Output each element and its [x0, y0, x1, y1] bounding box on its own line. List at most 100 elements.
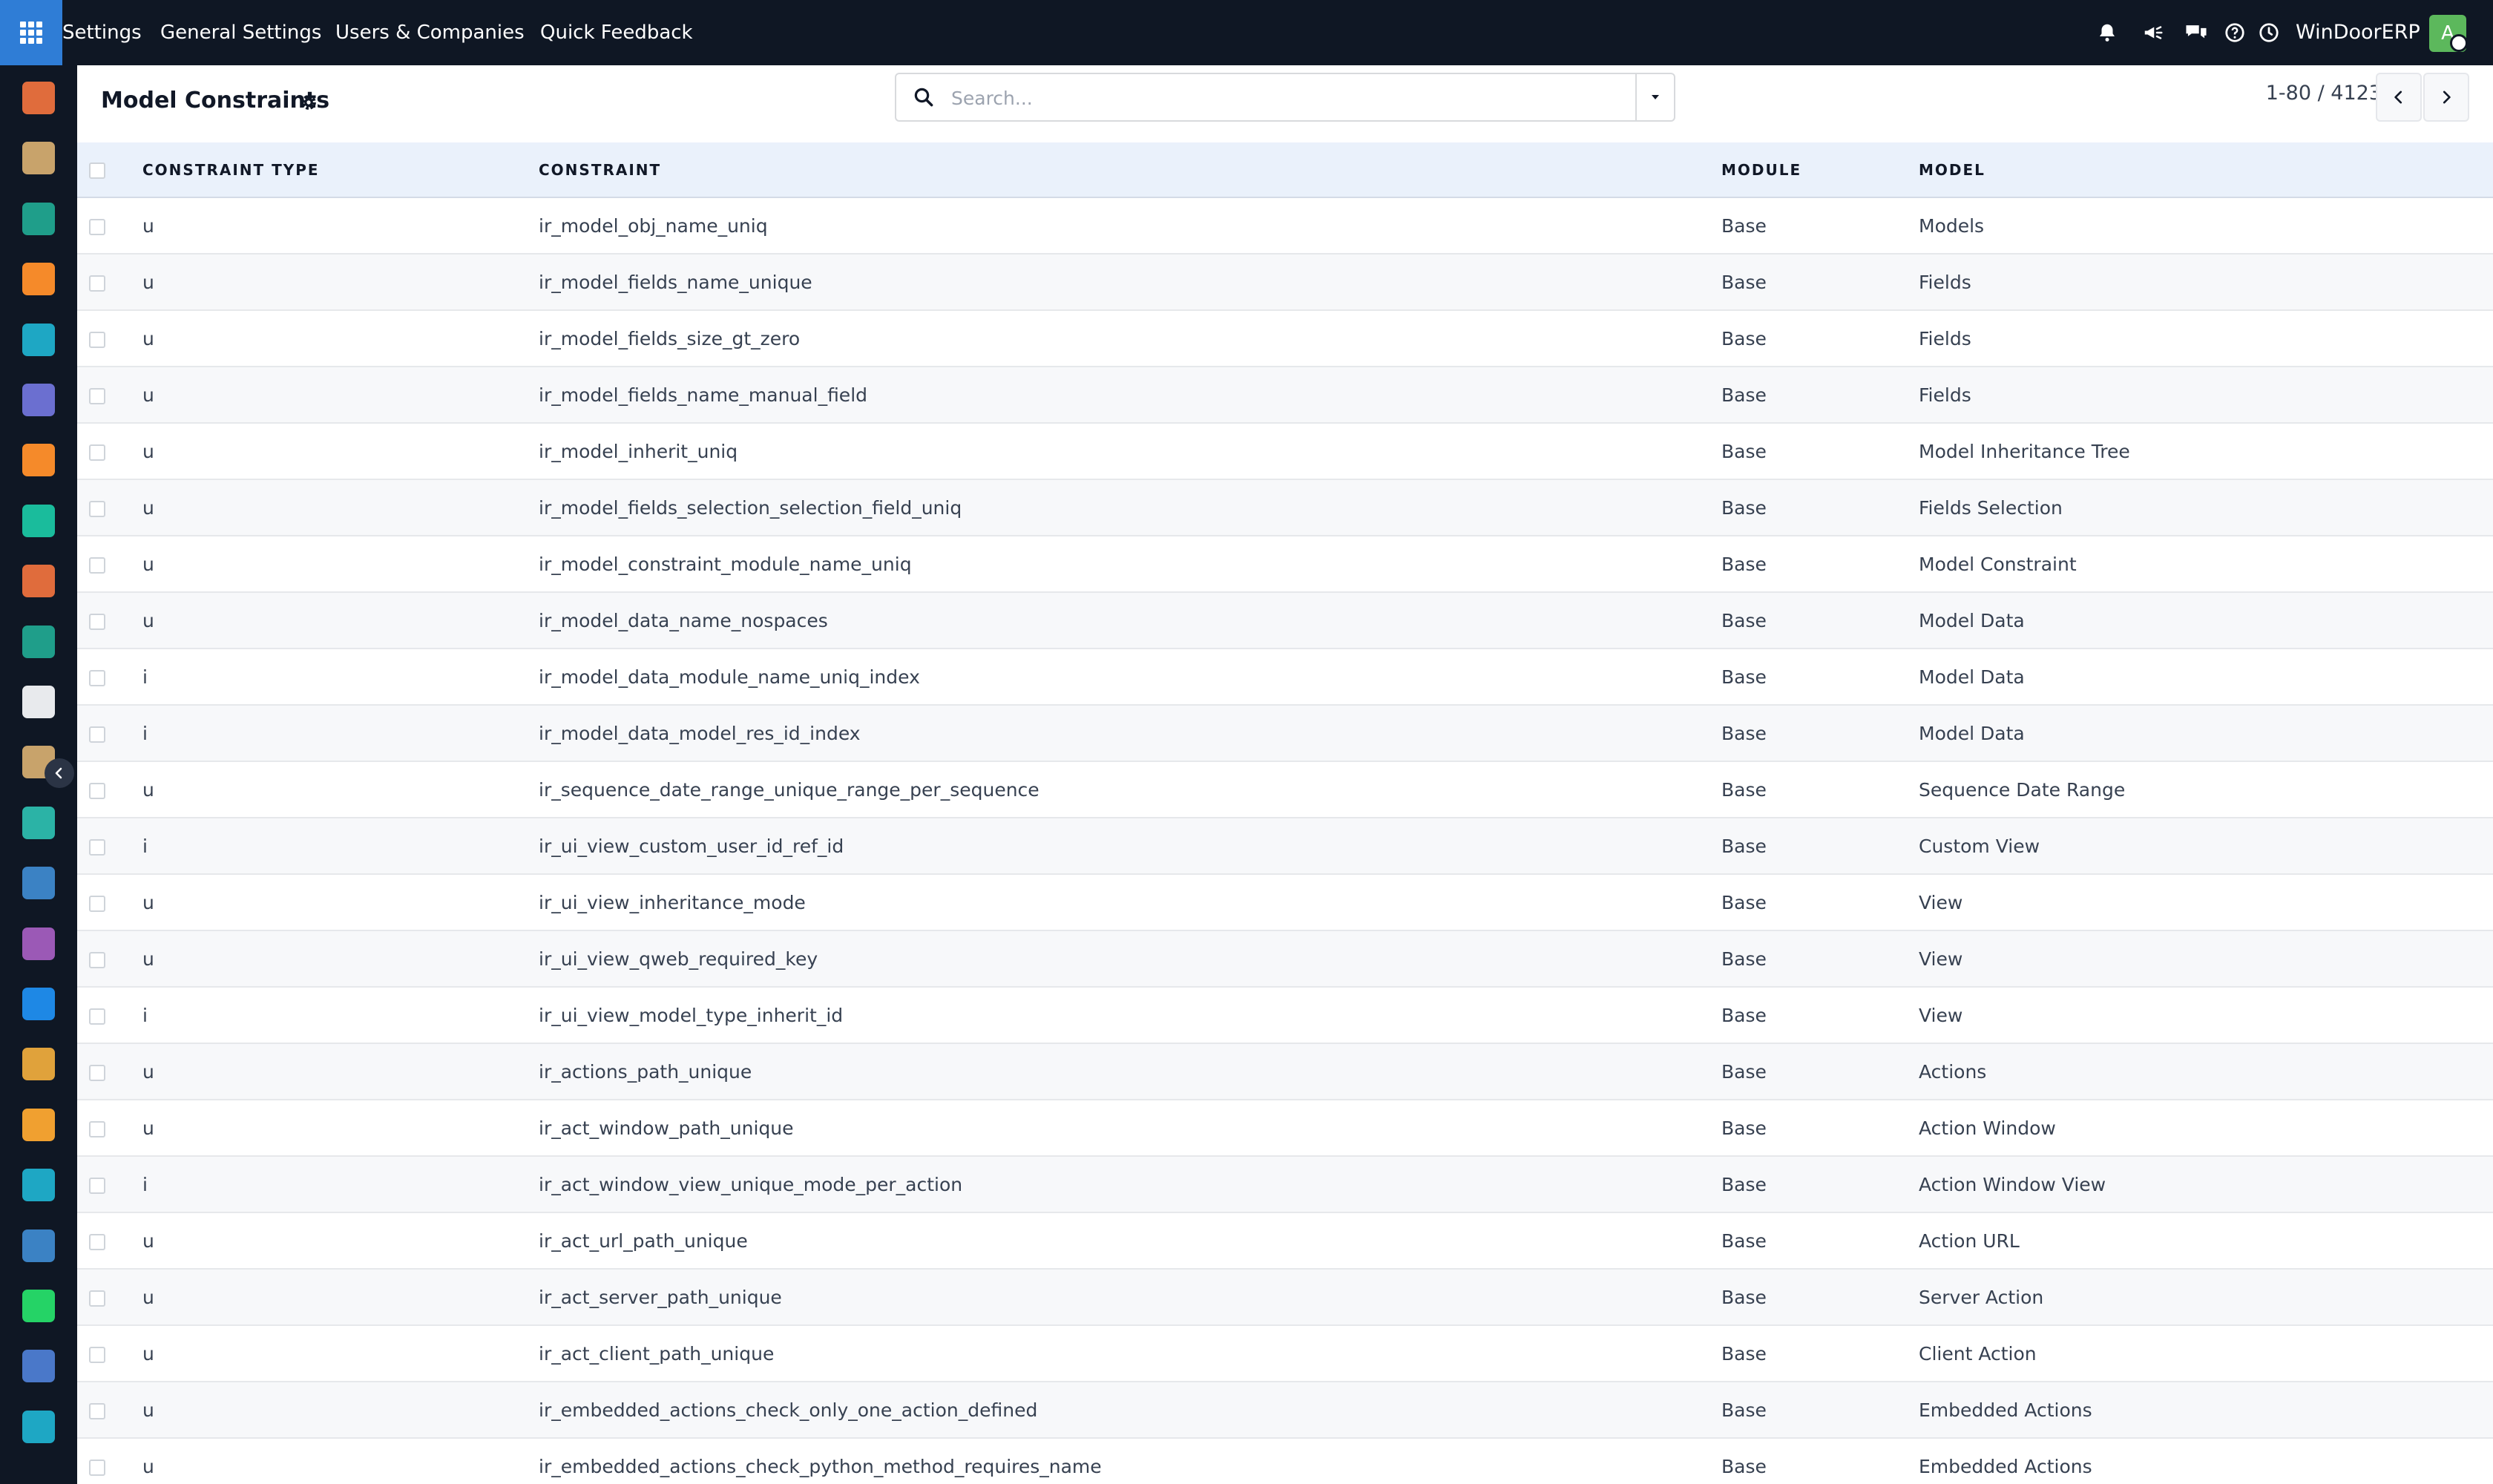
row-select-cell: [77, 423, 142, 480]
row-checkbox[interactable]: [89, 387, 105, 404]
column-header-module[interactable]: MODULE: [1721, 142, 1919, 198]
whatsapp-app-icon[interactable]: [22, 1290, 55, 1322]
megaphone-icon[interactable]: [2140, 19, 2167, 46]
row-checkbox[interactable]: [89, 782, 105, 799]
cell-constraint-type: u: [142, 423, 539, 480]
row-checkbox[interactable]: [89, 838, 105, 856]
table-row[interactable]: i ir_model_data_module_name_uniq_index Bas…: [77, 649, 2493, 706]
column-header-constraint-type[interactable]: CONSTRAINT TYPE: [142, 142, 539, 198]
menu-users-companies[interactable]: Users & Companies: [335, 0, 525, 65]
help-icon[interactable]: [2221, 19, 2248, 46]
cell-module: Base: [1721, 197, 1919, 255]
chat-icon[interactable]: [2183, 19, 2210, 46]
row-checkbox[interactable]: [89, 951, 105, 968]
contacts-app-icon[interactable]: [22, 202, 55, 235]
palette-app-icon[interactable]: [22, 142, 55, 175]
menu-quick-feedback[interactable]: Quick Feedback: [540, 0, 693, 65]
pager-value[interactable]: 1-80 / 4123: [2241, 82, 2382, 105]
row-checkbox[interactable]: [89, 1290, 105, 1307]
table-row[interactable]: u ir_act_client_path_unique Base Client Act…: [77, 1325, 2493, 1382]
invoice-app-icon[interactable]: [22, 988, 55, 1020]
cube-app-icon[interactable]: [22, 927, 55, 960]
contacts-app-icon[interactable]: [22, 625, 55, 658]
table-row[interactable]: u ir_model_inherit_uniq Base Model Inherita…: [77, 423, 2493, 480]
row-checkbox[interactable]: [89, 444, 105, 461]
row-checkbox[interactable]: [89, 1459, 105, 1476]
row-checkbox[interactable]: [89, 275, 105, 292]
check-fold-app-icon[interactable]: [22, 504, 55, 537]
clock-icon[interactable]: [2256, 19, 2282, 46]
row-checkbox[interactable]: [89, 895, 105, 912]
chat-bubble-app-icon[interactable]: [22, 444, 55, 477]
row-checkbox[interactable]: [89, 556, 105, 574]
table-row[interactable]: u ir_model_fields_name_unique Base Fields: [77, 254, 2493, 311]
app-menu-button[interactable]: [0, 0, 62, 65]
row-select-cell: [77, 1382, 142, 1439]
wave-app-icon[interactable]: [22, 1410, 55, 1443]
row-checkbox[interactable]: [89, 1402, 105, 1419]
cell-constraint-type: i: [142, 987, 539, 1044]
cell-module: Base: [1721, 649, 1919, 706]
table-row[interactable]: u ir_act_window_path_unique Base Action Win…: [77, 1100, 2493, 1157]
table-row[interactable]: u ir_model_obj_name_uniq Base Models: [77, 197, 2493, 255]
row-checkbox[interactable]: [89, 1233, 105, 1250]
menu-settings[interactable]: Settings: [62, 0, 142, 65]
table-row[interactable]: i ir_act_window_view_unique_mode_per_acti…: [77, 1156, 2493, 1213]
bar-chart-app-icon[interactable]: [22, 82, 55, 114]
company-switcher[interactable]: WinDoorERP: [2296, 0, 2420, 65]
cell-model: Custom View: [1919, 818, 2493, 875]
table-row[interactable]: u ir_model_constraint_module_name_uniq Bas…: [77, 536, 2493, 593]
wave-app-icon[interactable]: [22, 323, 55, 356]
table-row[interactable]: i ir_model_data_model_res_id_index Base Mod…: [77, 705, 2493, 762]
bell-icon[interactable]: [2094, 19, 2121, 46]
table-row[interactable]: u ir_act_server_path_unique Base Server Act…: [77, 1269, 2493, 1326]
column-header-model[interactable]: MODEL: [1919, 142, 2493, 198]
table-row[interactable]: i ir_ui_view_model_type_inherit_id Base Vie…: [77, 987, 2493, 1044]
table-row[interactable]: u ir_act_url_path_unique Base Action URL: [77, 1212, 2493, 1270]
table-row[interactable]: u ir_model_fields_name_manual_field Base Fi…: [77, 367, 2493, 424]
mail-app-icon[interactable]: [22, 384, 55, 416]
cell-constraint-type: i: [142, 705, 539, 762]
row-checkbox[interactable]: [89, 1346, 105, 1363]
row-checkbox[interactable]: [89, 613, 105, 630]
search-input[interactable]: [951, 82, 1619, 114]
table-row[interactable]: i ir_ui_view_custom_user_id_ref_id Base Cus…: [77, 818, 2493, 875]
row-checkbox[interactable]: [89, 1120, 105, 1137]
row-checkbox[interactable]: [89, 726, 105, 743]
pen-app-icon[interactable]: [22, 1169, 55, 1202]
table-row[interactable]: u ir_sequence_date_range_unique_range_per…: [77, 761, 2493, 818]
chat-bubble-app-icon[interactable]: [22, 263, 55, 296]
table-row[interactable]: u ir_actions_path_unique Base Actions: [77, 1043, 2493, 1100]
select-all-checkbox[interactable]: [89, 162, 105, 179]
dashboard-app-icon[interactable]: [22, 1229, 55, 1262]
column-header-constraint[interactable]: CONSTRAINT: [539, 142, 1721, 198]
row-checkbox[interactable]: [89, 1008, 105, 1025]
pager-previous-button[interactable]: [2376, 73, 2422, 122]
table-row[interactable]: u ir_ui_view_qweb_required_key Base View: [77, 930, 2493, 988]
menu-general-settings[interactable]: General Settings: [160, 0, 321, 65]
collapse-sidebar-button[interactable]: [45, 758, 74, 788]
people-app-icon[interactable]: [22, 1048, 55, 1081]
row-checkbox[interactable]: [89, 500, 105, 517]
calendar-app-icon[interactable]: [22, 1108, 55, 1141]
book-app-icon[interactable]: [22, 867, 55, 900]
table-row[interactable]: u ir_model_fields_selection_selection_fie…: [77, 479, 2493, 536]
table-row[interactable]: u ir_embedded_actions_check_only_one_acti…: [77, 1382, 2493, 1439]
cell-model: View: [1919, 930, 2493, 988]
row-checkbox[interactable]: [89, 1064, 105, 1081]
table-row[interactable]: u ir_embedded_actions_check_python_method…: [77, 1438, 2493, 1484]
box-app-icon[interactable]: [22, 686, 55, 718]
row-checkbox[interactable]: [89, 331, 105, 348]
gear-icon[interactable]: [298, 92, 319, 113]
table-row[interactable]: u ir_model_data_name_nospaces Base Model Da…: [77, 592, 2493, 649]
checkmark-app-icon[interactable]: [22, 806, 55, 839]
compass-app-icon[interactable]: [22, 1350, 55, 1383]
table-row[interactable]: u ir_model_fields_size_gt_zero Base Fields: [77, 310, 2493, 367]
row-checkbox[interactable]: [89, 1177, 105, 1194]
bar-chart-app-icon[interactable]: [22, 565, 55, 598]
row-checkbox[interactable]: [89, 218, 105, 235]
search-options-toggle[interactable]: [1637, 74, 1674, 120]
table-row[interactable]: u ir_ui_view_inheritance_mode Base View: [77, 874, 2493, 931]
row-checkbox[interactable]: [89, 669, 105, 686]
pager-next-button[interactable]: [2423, 73, 2469, 122]
